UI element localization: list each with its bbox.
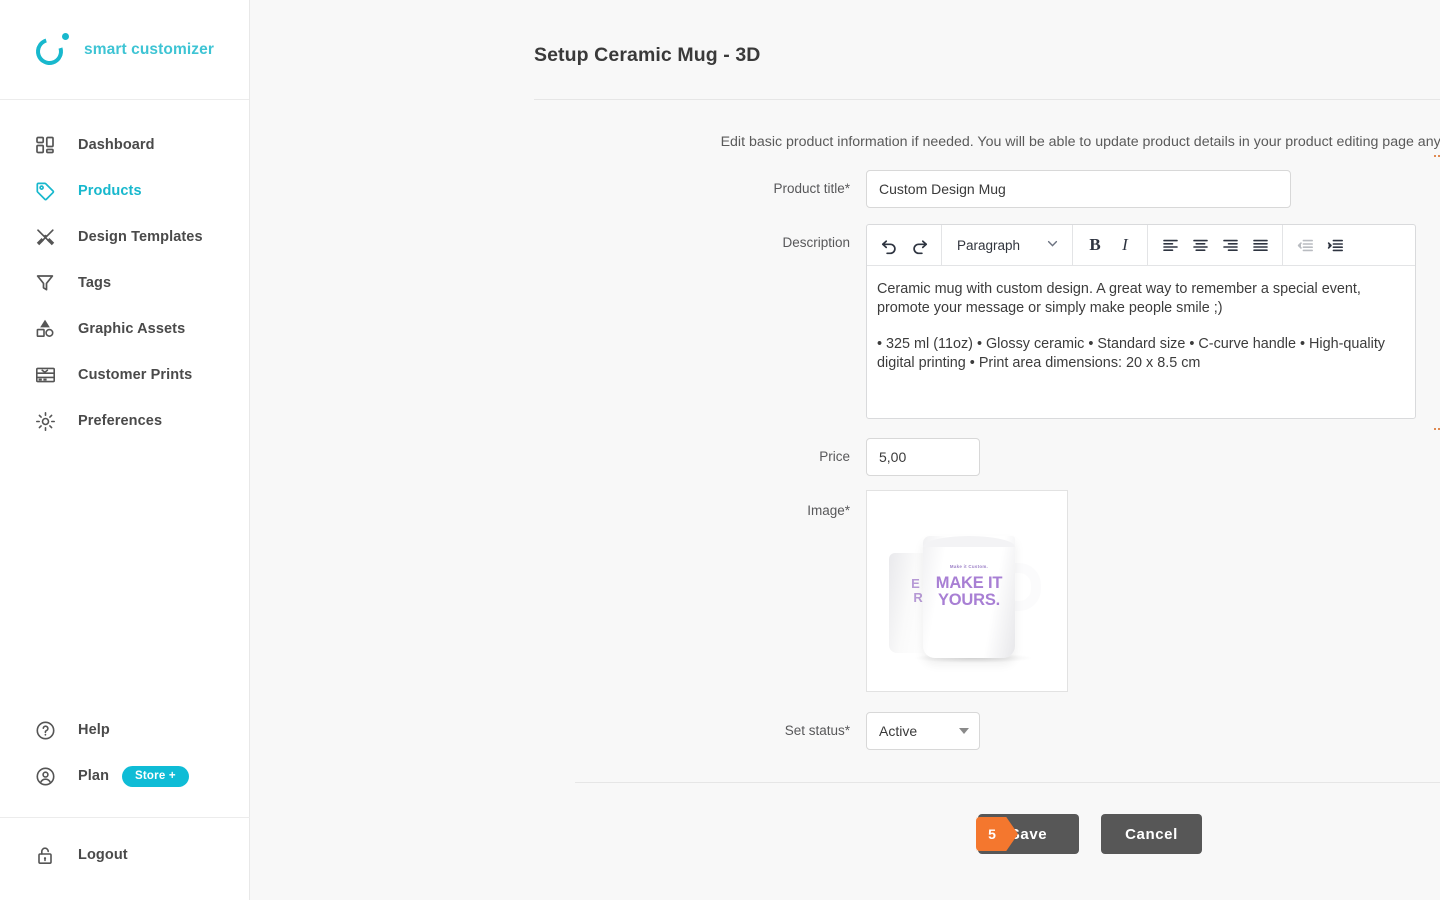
sidebar-item-tags[interactable]: Tags [0,260,249,306]
smart-customizer-logo-icon [31,32,70,70]
sidebar-item-label: Logout [78,847,128,863]
product-image-preview[interactable]: E IT RS. Make it Custom. MAKE IT YOURS. [866,490,1068,692]
field-row-image: Image* E IT RS. Make it Custom. MAKE IT … [670,490,1068,692]
block-format-value: Paragraph [957,237,1021,253]
plan-badge[interactable]: Store + [122,765,189,787]
sidebar-item-dashboard[interactable]: Dashboard [0,122,249,168]
status-select[interactable]: Active [866,712,980,750]
sidebar-footer: Help Plan Store + Logout [0,707,250,900]
outdent-icon[interactable] [1290,230,1320,260]
price-input[interactable] [866,438,980,476]
bold-button[interactable]: B [1080,230,1110,260]
sidebar-item-label: Help [78,722,110,738]
prints-icon [33,363,57,387]
sidebar-item-help[interactable]: Help [0,707,250,753]
sidebar-item-plan[interactable]: Plan Store + [0,753,250,799]
sidebar-item-label: Preferences [78,413,163,429]
field-row-description: Description Paragraph B I Ceramic mug wi… [670,224,1416,419]
description-paragraph-2: • 325 ml (11oz) • Glossy ceramic • Stand… [877,336,1386,371]
block-format-select[interactable]: Paragraph [949,230,1065,260]
sidebar-item-preferences[interactable]: Preferences [0,398,249,444]
footer-divider [575,782,1440,783]
chevron-down-icon [1046,237,1059,253]
description-editor: Paragraph B I Ceramic mug with custom de… [866,224,1416,419]
align-justify-icon[interactable] [1245,230,1275,260]
step-4-bracket [1434,155,1440,430]
align-right-icon[interactable] [1215,230,1245,260]
app-root: smart customizer Dashboard Products Desi… [0,0,1440,900]
mug-small-text: Make it Custom. [949,564,989,569]
align-left-icon[interactable] [1155,230,1185,260]
sidebar-item-label: Dashboard [78,137,155,153]
sidebar-item-logout[interactable]: Logout [0,832,250,878]
product-title-input[interactable] [866,170,1291,208]
price-label: Price [819,449,850,465]
design-templates-icon [33,225,57,249]
mug-big-text: MAKE IT YOURS. [935,574,1003,609]
status-value: Active [879,723,918,739]
sidebar-item-label: Customer Prints [78,367,193,383]
sidebar-item-design-templates[interactable]: Design Templates [0,214,249,260]
sidebar-item-customer-prints[interactable]: Customer Prints [0,352,249,398]
sidebar-item-products[interactable]: Products [0,168,249,214]
description-paragraph-1: Ceramic mug with custom design. A great … [877,281,1361,316]
unlock-icon [33,843,57,867]
brand-logo[interactable]: smart customizer [0,0,249,100]
field-row-price: Price [670,438,980,476]
status-label: Set status* [784,723,850,739]
field-row-status: Set status* Active [670,712,980,750]
funnel-icon [33,271,57,295]
sidebar-item-label: Plan [78,768,110,784]
shapes-icon [33,317,57,341]
header-divider [534,99,1440,100]
sidebar-item-label: Tags [78,275,112,291]
page-title: Setup Ceramic Mug - 3D [534,44,761,66]
brand-name: smart customizer [84,40,214,58]
intro-text: Edit basic product information if needed… [720,134,1440,150]
cancel-button[interactable]: Cancel [1101,814,1202,854]
field-row-product-title: Product title* [670,170,1291,208]
mug-artwork: E IT RS. Make it Custom. MAKE IT YOURS. [867,491,1067,691]
product-title-label: Product title* [773,181,850,197]
main-content: Setup Ceramic Mug - 3D Edit basic produc… [250,0,1440,900]
main-navigation: Dashboard Products Design Templates Tags… [0,100,249,444]
chevron-down-icon [959,728,969,734]
align-center-icon[interactable] [1185,230,1215,260]
sidebar-item-graphic-assets[interactable]: Graphic Assets [0,306,249,352]
sidebar: smart customizer Dashboard Products Desi… [0,0,250,900]
dashboard-icon [33,133,57,157]
sidebar-item-label: Products [78,183,142,199]
undo-icon[interactable] [874,230,904,260]
question-circle-icon [33,718,57,742]
user-circle-icon [33,764,57,788]
tag-icon [33,179,57,203]
image-label: Image* [807,503,850,518]
description-label: Description [782,235,850,250]
italic-button[interactable]: I [1110,230,1140,260]
sidebar-item-label: Design Templates [78,229,203,245]
sidebar-item-label: Graphic Assets [78,321,186,337]
editor-toolbar: Paragraph B I [867,225,1415,266]
indent-icon[interactable] [1320,230,1350,260]
description-textarea[interactable]: Ceramic mug with custom design. A great … [867,266,1415,418]
redo-icon[interactable] [904,230,934,260]
gear-icon [33,409,57,433]
